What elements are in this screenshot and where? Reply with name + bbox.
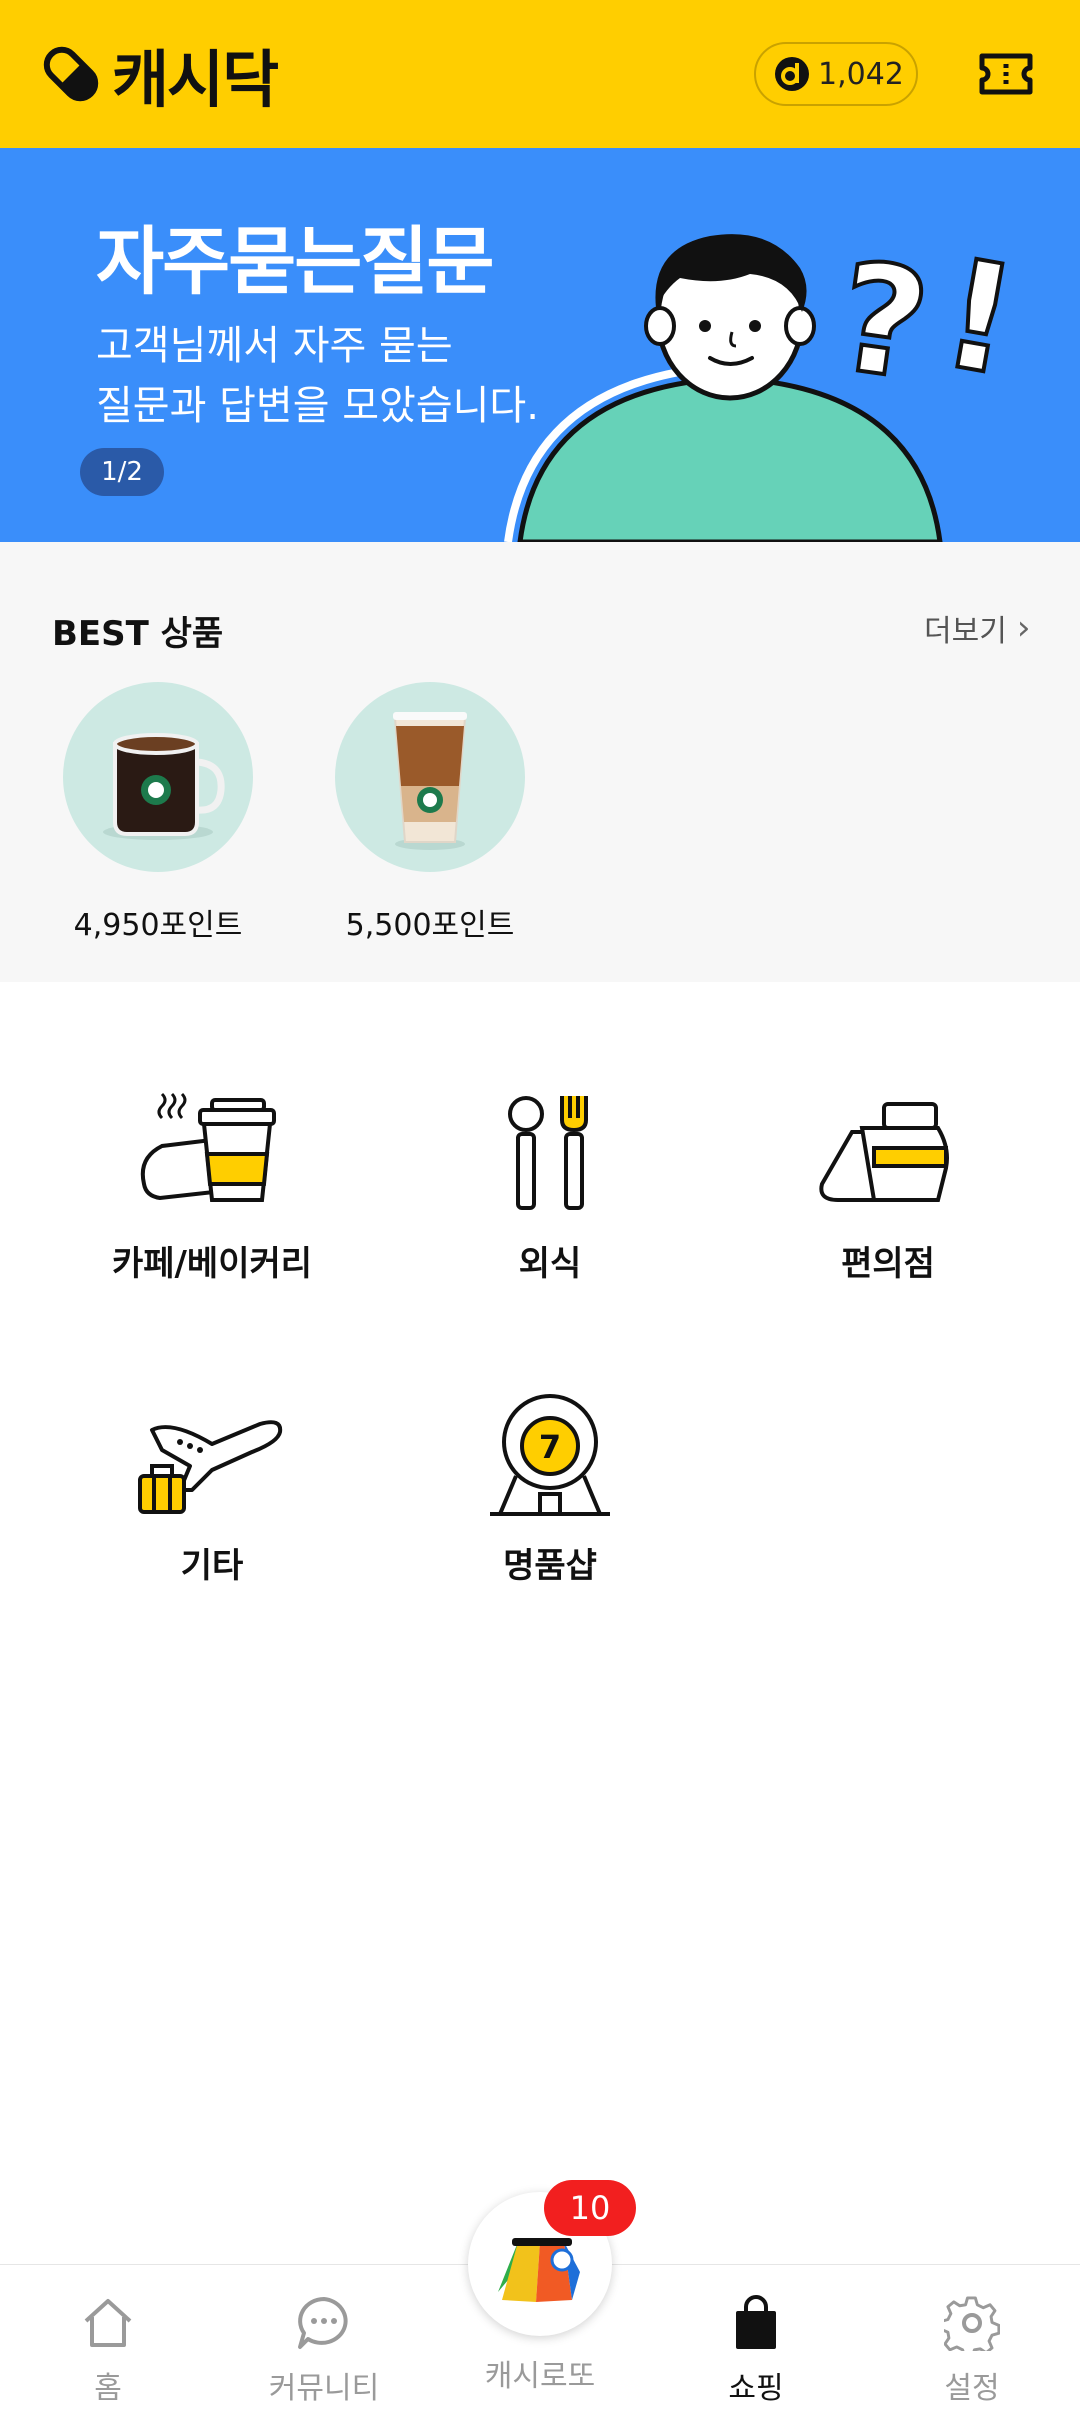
nav-label: 설정 [944, 2371, 1000, 2406]
faq-banner[interactable]: 자주묻는질문 고객님께서 자주 묻는 질문과 답변을 모았습니다. 1/2 ? … [0, 148, 1080, 542]
svg-text:!: ! [930, 227, 1028, 410]
top-header: 캐시닥 1,042 [0, 0, 1080, 148]
category-luxury-shop[interactable]: 7 명품샵 [400, 1390, 700, 1587]
category-label: 외식 [518, 1244, 582, 1284]
nav-community[interactable]: 커뮤니티 [216, 2265, 432, 2421]
app-logo[interactable]: 캐시닥 [40, 36, 279, 116]
product-price: 4,950포인트 [73, 908, 243, 943]
nav-home[interactable]: 홈 [0, 2265, 216, 2421]
points-balance[interactable]: 1,042 [754, 42, 918, 106]
settings-gear-icon [939, 2296, 1001, 2359]
shopping-bag-icon [736, 2295, 776, 2349]
banner-subtitle-line-2: 질문과 답변을 모았습니다. [96, 383, 539, 429]
ticket-icon[interactable] [978, 50, 1034, 98]
svg-text:?: ? [828, 230, 938, 414]
chat-icon [298, 2297, 348, 2349]
nav-label-cash-lotto: 캐시로또 [484, 2359, 596, 2394]
more-label: 더보기 [924, 614, 1007, 649]
banner-subtitle-line-1: 고객님께서 자주 묻는 [96, 323, 453, 369]
category-label: 편의점 [841, 1244, 935, 1284]
convenience-store-icon [819, 1102, 949, 1202]
pill-logo-icon [43, 46, 99, 102]
dining-icon [508, 1096, 588, 1210]
product-card[interactable]: 4,950포인트 [58, 682, 258, 944]
svg-text:7: 7 [539, 1428, 561, 1466]
product-image-hot-coffee [63, 682, 253, 872]
iced-latte-image [393, 712, 467, 850]
coffee-mug-image [103, 733, 225, 840]
luxury-shop-icon: 7 [490, 1394, 610, 1516]
banner-title: 자주묻는질문 [96, 219, 494, 305]
lotto-count-badge: 10 [544, 2180, 636, 2236]
nav-settings[interactable]: 설정 [864, 2265, 1080, 2421]
points-value: 1,042 [818, 56, 904, 92]
chevron-right-icon: › [1016, 608, 1031, 648]
best-products-section: BEST 상품 더보기 › 4,950포인트 5,500포인트 [0, 542, 1080, 982]
person-question-illustration: ? ! [504, 225, 1030, 542]
product-image-iced-latte [335, 682, 525, 872]
point-coin-icon [775, 57, 809, 91]
home-icon [84, 2299, 132, 2347]
nav-label: 쇼핑 [728, 2371, 784, 2406]
app-name: 캐시닥 [112, 43, 279, 116]
category-label: 카페/베이커리 [111, 1244, 313, 1284]
banner-page-indicator: 1/2 [80, 448, 164, 496]
category-convenience-store[interactable]: 편의점 [738, 1088, 1038, 1285]
cafe-bakery-icon [140, 1092, 276, 1202]
travel-icon [138, 1420, 283, 1514]
category-label: 명품샵 [503, 1546, 597, 1586]
nav-label: 홈 [94, 2371, 122, 2406]
category-label: 기타 [180, 1546, 244, 1586]
category-etc[interactable]: 기타 [62, 1390, 362, 1587]
nav-label: 커뮤니티 [268, 2371, 380, 2406]
app-screen: 캐시닥 1,042 자주묻는질문 고객님께서 자주 묻는 질문과 답변을 모았습… [0, 0, 1080, 2421]
category-cafe-bakery[interactable]: 카페/베이커리 [62, 1088, 362, 1285]
nav-shopping[interactable]: 쇼핑 [648, 2265, 864, 2421]
category-dining[interactable]: 외식 [400, 1088, 700, 1285]
more-link[interactable]: 더보기 › [924, 606, 1030, 650]
product-card[interactable]: 5,500포인트 [330, 682, 530, 944]
product-price: 5,500포인트 [345, 908, 515, 943]
best-products-title: BEST 상품 [52, 614, 224, 654]
banner-subtitle: 고객님께서 자주 묻는 질문과 답변을 모았습니다. [96, 316, 539, 436]
